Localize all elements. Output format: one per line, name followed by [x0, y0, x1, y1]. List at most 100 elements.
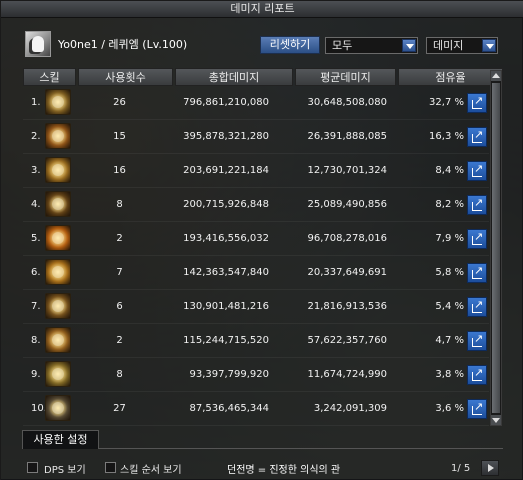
skill-use-count: 6 [116, 301, 123, 312]
skill-icon [45, 123, 71, 149]
skill-share: 5,8 % [435, 267, 464, 278]
skill-average-damage: 57,622,357,760 [307, 335, 387, 346]
skill-icon [45, 259, 71, 285]
dps-label: DPS 보기 [44, 465, 86, 476]
skill-share: 16,3 % [429, 131, 464, 142]
tab-used-settings[interactable]: 사용한 설정 [22, 430, 99, 449]
skill-total-damage: 203,691,221,184 [183, 165, 269, 176]
next-page-icon[interactable] [481, 460, 499, 476]
skill-icon [45, 89, 71, 115]
filter-value: 모두 [332, 39, 353, 52]
skill-icon [45, 191, 71, 217]
skill-total-damage: 115,244,715,520 [183, 335, 269, 346]
table-row: 6. 7 142,363,547,840 20,337,649,691 5,8 % [23, 257, 489, 290]
skill-average-damage: 11,674,724,990 [307, 369, 387, 380]
skill-total-damage: 130,901,481,216 [183, 301, 269, 312]
skill-share: 32,7 % [429, 97, 464, 108]
scroll-up-icon[interactable] [491, 71, 501, 81]
skill-total-damage: 395,878,321,280 [183, 131, 269, 142]
character-avatar [25, 31, 51, 57]
table-row: 8. 2 115,244,715,520 57,622,357,760 4,7 % [23, 325, 489, 358]
export-icon[interactable] [467, 399, 487, 419]
skill-average-damage: 12,730,701,324 [307, 165, 387, 176]
reset-button[interactable]: 리셋하기 [260, 36, 320, 54]
export-icon[interactable] [467, 195, 487, 215]
skill-use-count: 2 [116, 233, 123, 244]
dps-checkbox[interactable] [27, 462, 38, 473]
skill-average-damage: 20,337,649,691 [307, 267, 387, 278]
skill-order-label: 스킬 순서 보기 [120, 465, 182, 476]
export-icon[interactable] [467, 297, 487, 317]
skill-icon [45, 361, 71, 387]
skill-total-damage: 93,397,799,920 [189, 369, 269, 380]
chevron-down-icon[interactable] [482, 39, 496, 52]
metric-dropdown[interactable]: 데미지 [426, 37, 498, 54]
column-header-total[interactable]: 총합데미지 [175, 68, 293, 86]
page-indicator: 1/ 5 [451, 463, 471, 474]
table-row: 10. 27 87,536,465,344 3,242,091,309 3,6 % [23, 393, 489, 426]
column-header-skill[interactable]: 스킬 [23, 68, 76, 86]
filter-dropdown[interactable]: 모두 [325, 37, 418, 54]
skill-total-damage: 200,715,926,848 [183, 199, 269, 210]
skill-use-count: 26 [113, 97, 126, 108]
table-row: 5. 2 193,416,556,032 96,708,278,016 7,9 % [23, 223, 489, 256]
skill-average-damage: 96,708,278,016 [307, 233, 387, 244]
window-title[interactable]: 데미지 리포트 [1, 1, 523, 18]
column-header-share[interactable]: 점유율 [398, 68, 503, 86]
table-row: 1. 26 796,861,210,080 30,648,508,080 32,7 % [23, 87, 489, 120]
export-icon[interactable] [467, 93, 487, 113]
skill-average-damage: 26,391,888,085 [307, 131, 387, 142]
skill-total-damage: 87,536,465,344 [189, 403, 269, 414]
table-row: 2. 15 395,878,321,280 26,391,888,085 16,3 % [23, 121, 489, 154]
skill-average-damage: 3,242,091,309 [313, 403, 387, 414]
skill-share: 3,8 % [435, 369, 464, 380]
skill-use-count: 8 [116, 369, 123, 380]
skill-total-damage: 142,363,547,840 [183, 267, 269, 278]
export-icon[interactable] [467, 229, 487, 249]
export-icon[interactable] [467, 331, 487, 351]
skill-use-count: 2 [116, 335, 123, 346]
dungeon-title: 던전명 = 진정한 의식의 관 [227, 465, 341, 476]
skill-order-checkbox[interactable] [105, 462, 116, 473]
skill-use-count: 15 [113, 131, 126, 142]
skill-average-damage: 30,648,508,080 [307, 97, 387, 108]
skill-share: 8,4 % [435, 165, 464, 176]
scrollbar[interactable] [490, 70, 502, 426]
export-icon[interactable] [467, 127, 487, 147]
character-name: Yo0ne1 / 레퀴엠 (Lv.100) [58, 38, 188, 51]
table-row: 9. 8 93,397,799,920 11,674,724,990 3,8 % [23, 359, 489, 392]
metric-value: 데미지 [433, 39, 464, 52]
skill-table: 1.26796,861,210,08030,648,508,08032,7 %2… [23, 87, 489, 426]
skill-icon [45, 293, 71, 319]
skill-use-count: 16 [113, 165, 126, 176]
chevron-down-icon[interactable] [402, 39, 416, 52]
skill-use-count: 7 [116, 267, 123, 278]
skill-icon [45, 395, 71, 421]
skill-icon [45, 225, 71, 251]
table-row: 3. 16 203,691,221,184 12,730,701,324 8,4 % [23, 155, 489, 188]
skill-use-count: 8 [116, 199, 123, 210]
skill-share: 5,4 % [435, 301, 464, 312]
export-icon[interactable] [467, 263, 487, 283]
table-row: 7. 6 130,901,481,216 21,816,913,536 5,4 % [23, 291, 489, 324]
skill-use-count: 27 [113, 403, 126, 414]
skill-total-damage: 796,861,210,080 [183, 97, 269, 108]
column-header-average[interactable]: 평균데미지 [295, 68, 396, 86]
scroll-down-icon[interactable] [491, 415, 501, 425]
scroll-thumb[interactable] [492, 83, 500, 413]
table-row: 4. 8 200,715,926,848 25,089,490,856 8,2 % [23, 189, 489, 222]
tab-divider [99, 448, 503, 449]
table-header: 스킬 사용횟수 총합데미지 평균데미지 점유율 [23, 68, 503, 86]
column-header-uses[interactable]: 사용횟수 [78, 68, 173, 86]
export-icon[interactable] [467, 161, 487, 181]
skill-share: 4,7 % [435, 335, 464, 346]
skill-share: 3,6 % [435, 403, 464, 414]
skill-icon [45, 157, 71, 183]
export-icon[interactable] [467, 365, 487, 385]
skill-icon [45, 327, 71, 353]
skill-average-damage: 25,089,490,856 [307, 199, 387, 210]
damage-report-window: 데미지 리포트 Yo0ne1 / 레퀴엠 (Lv.100) 리셋하기 모두 데미… [0, 0, 523, 480]
skill-share: 7,9 % [435, 233, 464, 244]
skill-share: 8,2 % [435, 199, 464, 210]
skill-total-damage: 193,416,556,032 [183, 233, 269, 244]
